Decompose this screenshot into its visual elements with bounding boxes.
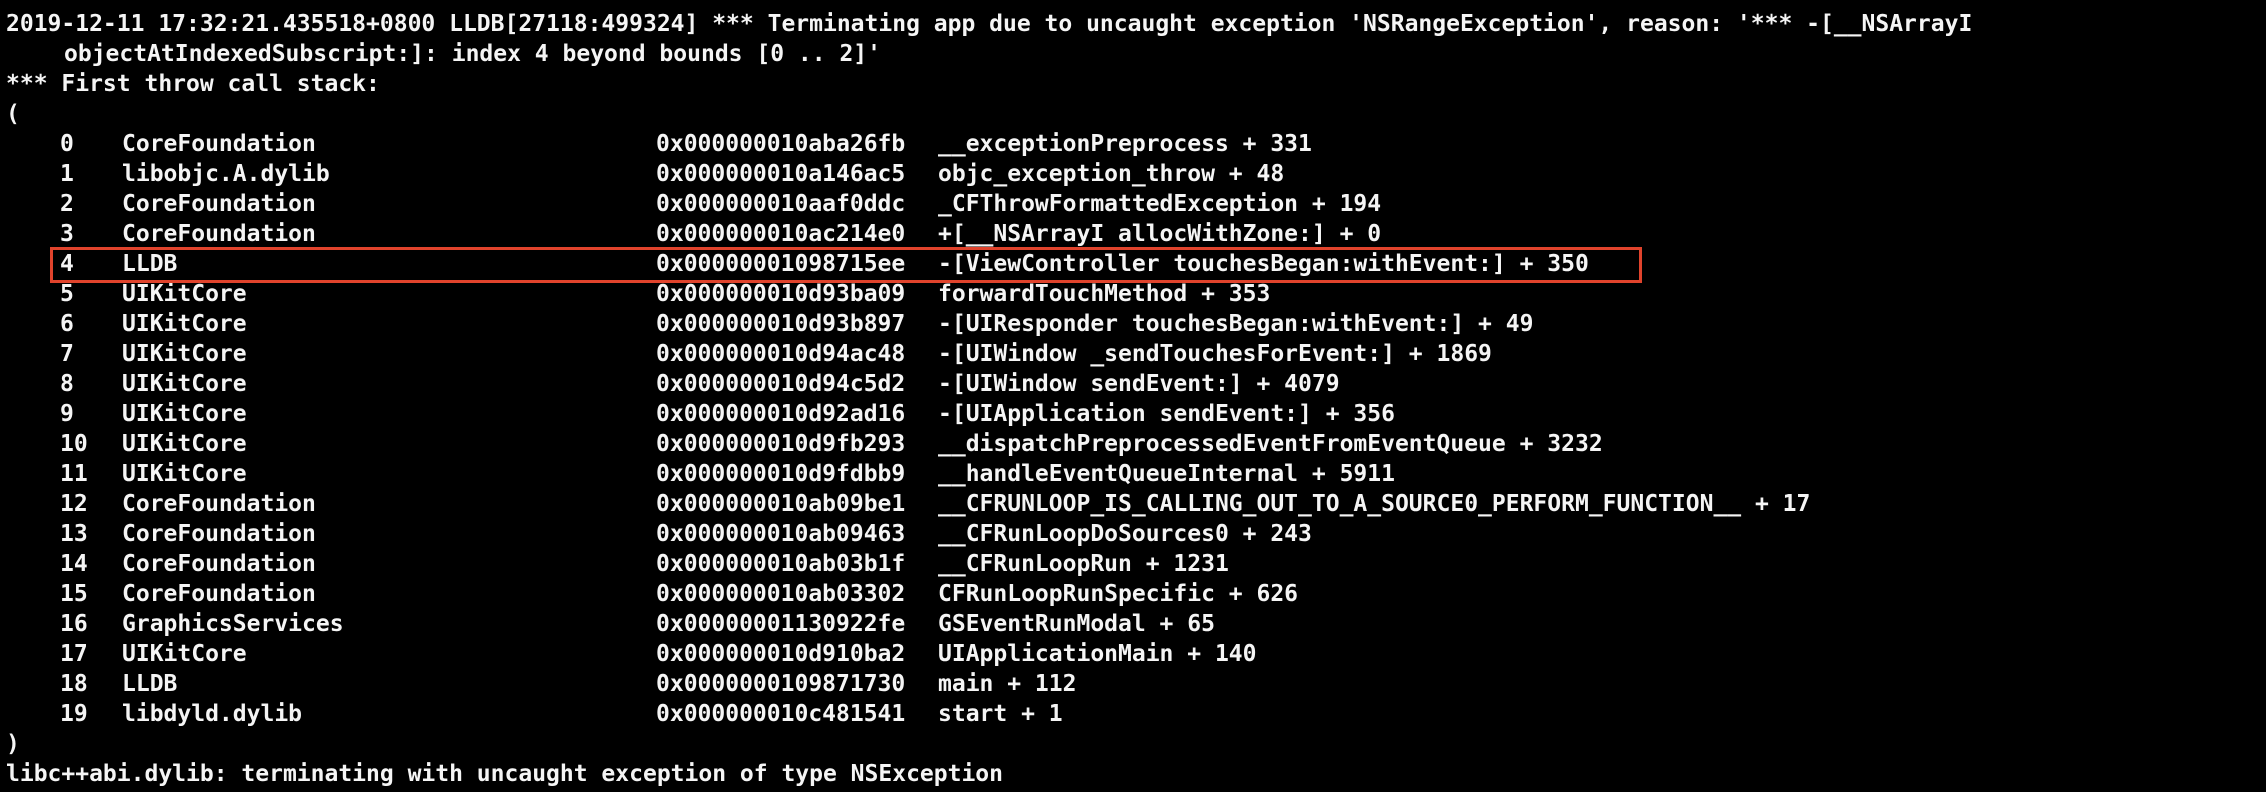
frame-address: 0x00000001130922fe <box>656 611 906 637</box>
frame-library: UIKitCore <box>122 401 247 427</box>
frame-symbol: _CFThrowFormattedException + 194 <box>938 191 1382 217</box>
exception-header-line-2: objectAtIndexedSubscript:]: index 4 beyo… <box>64 41 881 67</box>
frame-address: 0x000000010c481541 <box>656 701 906 727</box>
frame-symbol: __CFRunLoopDoSources0 + 243 <box>938 521 1312 547</box>
frame-index: 18 <box>60 671 88 697</box>
frame-address: 0x000000010d94ac48 <box>656 341 906 367</box>
frame-index: 1 <box>60 161 74 187</box>
frame-library: CoreFoundation <box>122 221 316 247</box>
frame-library: GraphicsServices <box>122 611 344 637</box>
stack-title: *** First throw call stack: <box>6 71 380 97</box>
frame-library: UIKitCore <box>122 311 247 337</box>
frame-symbol: __CFRUNLOOP_IS_CALLING_OUT_TO_A_SOURCE0_… <box>938 491 1811 517</box>
console-output: 2019-12-11 17:32:21.435518+0800 LLDB[271… <box>0 0 2266 792</box>
frame-index: 11 <box>60 461 88 487</box>
frame-address: 0x000000010ab09be1 <box>656 491 906 517</box>
frame-address: 0x000000010d93ba09 <box>656 281 906 307</box>
frame-symbol: __handleEventQueueInternal + 5911 <box>938 461 1395 487</box>
frame-symbol: objc_exception_throw + 48 <box>938 161 1285 187</box>
frame-address: 0x000000010d94c5d2 <box>656 371 906 397</box>
frame-library: UIKitCore <box>122 641 247 667</box>
frame-symbol: CFRunLoopRunSpecific + 626 <box>938 581 1299 607</box>
frame-index: 17 <box>60 641 88 667</box>
frame-address: 0x000000010d9fdbb9 <box>656 461 906 487</box>
frame-symbol: forwardTouchMethod + 353 <box>938 281 1271 307</box>
frame-symbol: __CFRunLoopRun + 1231 <box>938 551 1229 577</box>
footer-line: libc++abi.dylib: terminating with uncaug… <box>6 761 1003 787</box>
frame-symbol: UIApplicationMain + 140 <box>938 641 1257 667</box>
frame-symbol: GSEventRunModal + 65 <box>938 611 1215 637</box>
frame-address: 0x000000010ab03302 <box>656 581 906 607</box>
frame-symbol: +[__NSArrayI allocWithZone:] + 0 <box>938 221 1382 247</box>
frame-library: UIKitCore <box>122 341 247 367</box>
frame-index: 10 <box>60 431 88 457</box>
frame-index: 15 <box>60 581 88 607</box>
frame-library: CoreFoundation <box>122 551 316 577</box>
exception-header-line-1: 2019-12-11 17:32:21.435518+0800 LLDB[271… <box>6 11 1973 37</box>
frame-index: 2 <box>60 191 74 217</box>
frame-library: CoreFoundation <box>122 581 316 607</box>
frame-library: CoreFoundation <box>122 191 316 217</box>
frame-symbol: -[UIWindow _sendTouchesForEvent:] + 1869 <box>938 341 1492 367</box>
frame-index: 16 <box>60 611 88 637</box>
frame-symbol: __exceptionPreprocess + 331 <box>938 131 1312 157</box>
frame-library: LLDB <box>122 671 178 697</box>
frame-address: 0x000000010ab03b1f <box>656 551 906 577</box>
frame-address: 0x000000010ab09463 <box>656 521 906 547</box>
frame-symbol: -[UIResponder touchesBegan:withEvent:] +… <box>938 311 1534 337</box>
frame-address: 0x000000010ac214e0 <box>656 221 906 247</box>
frame-address: 0x0000000109871730 <box>656 671 906 697</box>
frame-index: 13 <box>60 521 88 547</box>
frame-index: 8 <box>60 371 74 397</box>
frame-index: 5 <box>60 281 74 307</box>
frame-symbol: -[UIWindow sendEvent:] + 4079 <box>938 371 1340 397</box>
frame-address: 0x000000010d93b897 <box>656 311 906 337</box>
frame-address: 0x000000010a146ac5 <box>656 161 906 187</box>
frame-library: UIKitCore <box>122 431 247 457</box>
frame-address: 0x000000010aba26fb <box>656 131 906 157</box>
frame-index: 19 <box>60 701 88 727</box>
frame-address: 0x000000010aaf0ddc <box>656 191 906 217</box>
frame-symbol: -[UIApplication sendEvent:] + 356 <box>938 401 1395 427</box>
frame-index: 12 <box>60 491 88 517</box>
frame-library: libobjc.A.dylib <box>122 161 330 187</box>
frame-index: 0 <box>60 131 74 157</box>
frame-symbol: start + 1 <box>938 701 1063 727</box>
frame-library: UIKitCore <box>122 281 247 307</box>
highlight-box <box>50 247 1642 283</box>
frame-index: 3 <box>60 221 74 247</box>
frame-library: CoreFoundation <box>122 521 316 547</box>
frame-index: 14 <box>60 551 88 577</box>
close-paren: ) <box>6 731 20 757</box>
frame-index: 9 <box>60 401 74 427</box>
frame-library: CoreFoundation <box>122 131 316 157</box>
frame-library: UIKitCore <box>122 461 247 487</box>
frame-library: CoreFoundation <box>122 491 316 517</box>
open-paren: ( <box>6 101 20 127</box>
frame-index: 6 <box>60 311 74 337</box>
frame-index: 7 <box>60 341 74 367</box>
frame-address: 0x000000010d92ad16 <box>656 401 906 427</box>
frame-library: UIKitCore <box>122 371 247 397</box>
frame-library: libdyld.dylib <box>122 701 303 727</box>
frame-address: 0x000000010d9fb293 <box>656 431 906 457</box>
frame-symbol: main + 112 <box>938 671 1077 697</box>
frame-symbol: __dispatchPreprocessedEventFromEventQueu… <box>938 431 1603 457</box>
frame-address: 0x000000010d910ba2 <box>656 641 906 667</box>
